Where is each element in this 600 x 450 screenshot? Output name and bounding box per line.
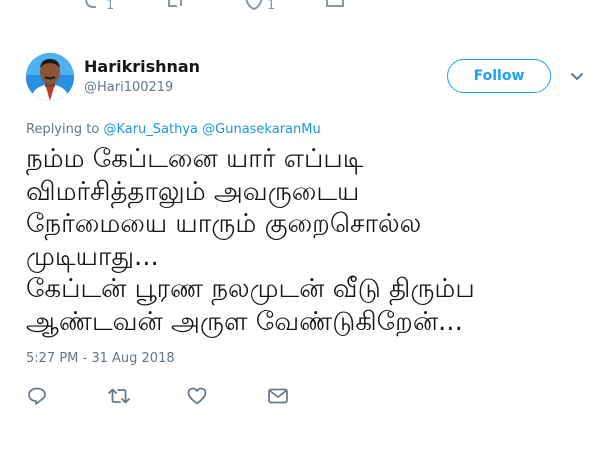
tweet-text-line: நேர்மையை யாரும் குறைசொல்ல	[26, 209, 422, 240]
tweet-text-line: ஆண்டவன் அருள வேண்டுகிறேன்...	[26, 306, 463, 337]
replying-prefix: Replying to	[26, 122, 104, 137]
previous-dm-action[interactable]	[325, 0, 345, 16]
mention-link[interactable]: @GunasekaranMu	[202, 122, 321, 137]
follow-button[interactable]: Follow	[447, 59, 551, 93]
tweet-actions	[0, 386, 600, 410]
direct-message-button[interactable]	[267, 386, 289, 406]
previous-reply-action[interactable]: 1	[84, 0, 114, 16]
previous-retweet-action[interactable]	[165, 0, 187, 16]
reply-icon	[85, 0, 96, 8]
chevron-down-icon[interactable]	[570, 70, 584, 84]
heart-icon	[187, 387, 207, 405]
direct-message-icon	[326, 0, 344, 7]
tweet-timestamp[interactable]: 5:27 PM - 31 Aug 2018	[26, 351, 175, 366]
author-display-name[interactable]: Harikrishnan	[84, 57, 200, 76]
tweet-text-line: கேப்டன் பூரண நலமுடன் வீடு திரும்ப	[26, 274, 475, 305]
retweet-icon	[168, 0, 182, 7]
tweet-text-line: விமர்சித்தாலும் அவருடைய	[26, 176, 360, 207]
mention-link[interactable]: @Karu_Sathya	[103, 122, 198, 137]
tweet-text: நம்ம கேப்டனை யார் எப்படி விமர்சித்தாலும்…	[26, 143, 586, 339]
avatar[interactable]	[26, 53, 74, 101]
previous-reply-count: 1	[106, 0, 115, 13]
tweet-text-line: முடியாது...	[26, 241, 159, 272]
direct-message-icon	[268, 388, 288, 404]
tweet-text-line: நம்ம கேப்டனை யார் எப்படி	[26, 144, 364, 174]
previous-like-count: 1	[267, 0, 276, 13]
retweet-button[interactable]	[107, 386, 131, 406]
like-button[interactable]	[187, 386, 207, 406]
reply-icon	[28, 387, 46, 405]
reply-button[interactable]	[27, 386, 47, 406]
previous-tweet-actions: 1 1	[0, 0, 600, 22]
retweet-icon	[108, 388, 130, 404]
author-handle[interactable]: @Hari100219	[84, 80, 173, 95]
previous-like-action[interactable]: 1	[245, 0, 275, 16]
heart-icon	[245, 0, 263, 10]
user-avatar-photo	[26, 53, 74, 101]
replying-to: Replying to @Karu_Sathya @GunasekaranMu	[26, 122, 321, 137]
